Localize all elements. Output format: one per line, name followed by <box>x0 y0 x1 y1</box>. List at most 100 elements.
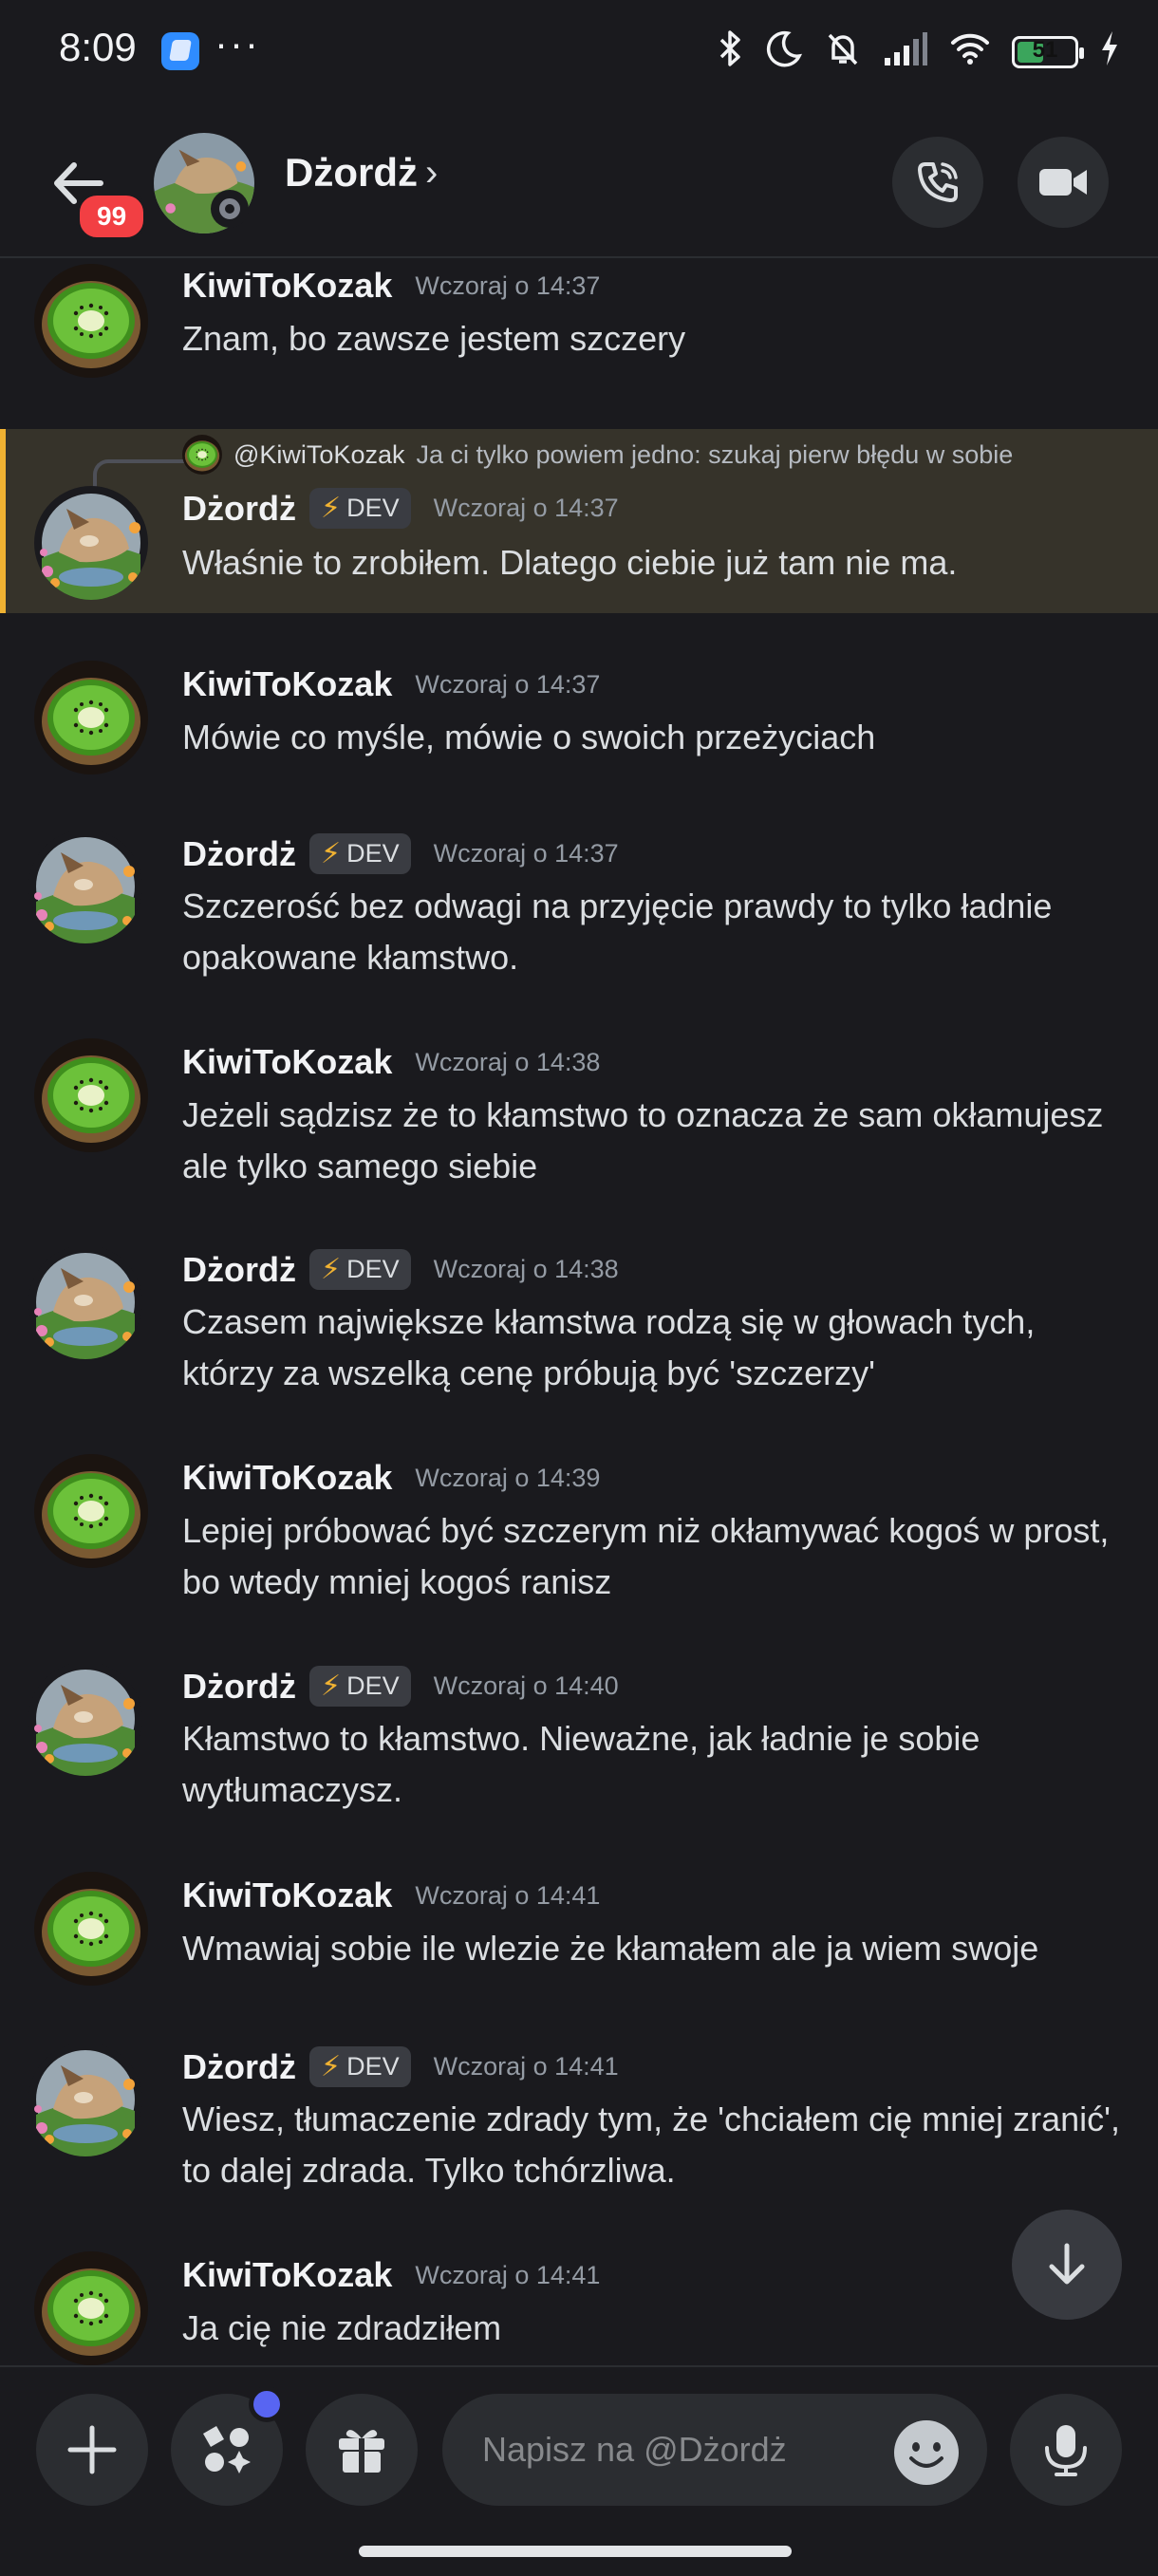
message-timestamp: Wczoraj o 14:37 <box>415 271 601 300</box>
message-timestamp: Wczoraj o 14:38 <box>433 1255 619 1283</box>
battery-icon: 51 <box>1012 36 1084 68</box>
signal-icon <box>883 29 928 76</box>
emoji-icon <box>896 2422 957 2483</box>
moon-icon <box>765 29 803 76</box>
conversation-name[interactable]: Dżordż <box>285 150 418 196</box>
home-indicator[interactable] <box>359 2546 792 2557</box>
wifi-icon <box>949 29 991 76</box>
message[interactable]: Dżordż ⚡ DEV Wczoraj o 14:41 Wiesz, tłuma… <box>0 2043 1158 2232</box>
avatar[interactable] <box>28 2043 142 2156</box>
battery-level: 51 <box>1032 37 1058 63</box>
avatar[interactable] <box>34 1038 148 1152</box>
phone-icon <box>918 162 958 202</box>
bell-muted-icon <box>824 29 862 76</box>
avatar[interactable] <box>34 661 148 775</box>
avatar[interactable] <box>28 830 142 943</box>
message-author[interactable]: KiwiToKozak <box>182 1042 392 1082</box>
message-author[interactable]: Dżordż <box>182 834 296 874</box>
status-indicator <box>211 190 249 228</box>
avatar[interactable] <box>34 2251 148 2365</box>
charging-icon <box>1099 29 1120 76</box>
avatar[interactable] <box>34 1872 148 1986</box>
message-author[interactable]: KiwiToKozak <box>182 266 392 306</box>
clock: 8:09 <box>59 25 137 69</box>
message-timestamp: Wczoraj o 14:40 <box>433 1671 619 1700</box>
message-author[interactable]: Dżordż <box>182 2047 296 2087</box>
attach-button[interactable] <box>36 2394 148 2506</box>
message-content: Znam, bo zawsze jestem szczery <box>182 319 686 358</box>
dev-tag: ⚡ DEV <box>309 833 411 874</box>
dev-tag: ⚡ DEV <box>309 1249 411 1290</box>
message-author[interactable]: KiwiToKozak <box>182 664 392 704</box>
message[interactable]: KiwiToKozak Wczoraj o 14:37 Mówie co myś… <box>0 661 1158 803</box>
message-content: Właśnie to zrobiłem. Dlatego ciebie już … <box>182 543 958 582</box>
message-timestamp: Wczoraj o 14:37 <box>433 494 619 522</box>
message-author[interactable]: KiwiToKozak <box>182 2255 392 2295</box>
message-timestamp: Wczoraj o 14:37 <box>415 669 601 699</box>
message-author[interactable]: Dżordż <box>182 489 296 529</box>
more-notifications: ··· <box>215 21 260 65</box>
message-content: Kłamstwo to kłamstwo. Nieważne, jak ładn… <box>182 1719 981 1809</box>
message[interactable]: KiwiToKozak Wczoraj o 14:41 Wmawiaj sobi… <box>0 1872 1158 2014</box>
message-content: Ja cię nie zdradziłem <box>182 2308 502 2347</box>
avatar[interactable] <box>28 1245 142 1359</box>
dev-tag: ⚡ DEV <box>309 2046 411 2087</box>
video-camera-icon <box>1039 169 1087 196</box>
lightning-icon: ⚡ <box>321 1671 342 1702</box>
lightning-icon: ⚡ <box>321 1254 342 1285</box>
message-content: Jeżeli sądzisz że to kłamstwo to oznacza… <box>182 1095 1104 1185</box>
avatar[interactable] <box>28 1662 142 1776</box>
gift-icon <box>339 2430 384 2473</box>
unread-badge: 99 <box>76 192 148 241</box>
avatar[interactable] <box>34 264 148 378</box>
message-timestamp: Wczoraj o 14:38 <box>415 1047 601 1076</box>
message-author[interactable]: KiwiToKozak <box>182 1458 392 1498</box>
reply-preview[interactable]: @KiwiToKozak Ja ci tylko powiem jedno: s… <box>182 435 1013 475</box>
reply-text: Ja ci tylko powiem jedno: szukaj pierw b… <box>416 439 1014 469</box>
lightning-icon: ⚡ <box>321 838 342 869</box>
message[interactable]: Dżordż ⚡ DEV Wczoraj o 14:38 Czasem najwi… <box>0 1245 1158 1435</box>
message[interactable]: KiwiToKozak Wczoraj o 14:39 Lepiej próbo… <box>0 1454 1158 1644</box>
dev-tag: ⚡ DEV <box>309 488 411 529</box>
voice-call-button[interactable] <box>892 137 983 228</box>
message-highlighted[interactable]: @KiwiToKozak Ja ci tylko powiem jedno: s… <box>0 429 1158 613</box>
message-timestamp: Wczoraj o 14:37 <box>433 839 619 868</box>
conversation-header: 99 Dżordż › <box>0 104 1158 258</box>
lightning-icon: ⚡ <box>321 2051 342 2082</box>
lightning-icon: ⚡ <box>321 493 342 524</box>
message[interactable]: KiwiToKozak Wczoraj o 14:37 Znam, bo zaw… <box>0 258 1158 420</box>
chevron-right-icon[interactable]: › <box>425 152 438 195</box>
message-content: Szczerość bez odwagi na przyjęcie prawdy… <box>182 887 1053 977</box>
bluetooth-icon <box>716 29 744 76</box>
avatar[interactable] <box>34 1454 148 1568</box>
avatar[interactable] <box>34 486 148 600</box>
video-call-button[interactable] <box>1018 137 1109 228</box>
voice-message-button[interactable] <box>1010 2394 1122 2506</box>
status-icons: 51 <box>716 28 1120 76</box>
jump-to-bottom-button[interactable] <box>1012 2210 1122 2320</box>
gift-button[interactable] <box>306 2394 418 2506</box>
message-timestamp: Wczoraj o 14:39 <box>415 1463 601 1492</box>
message-content: Czasem największe kłamstwa rodzą się w g… <box>182 1302 1036 1392</box>
message-author[interactable]: Dżordż <box>182 1667 296 1707</box>
message-timestamp: Wczoraj o 14:41 <box>415 2260 601 2289</box>
dev-tag: ⚡ DEV <box>309 1666 411 1707</box>
message[interactable]: Dżordż ⚡ DEV Wczoraj o 14:37 Szczerość be… <box>0 830 1158 1019</box>
message-author[interactable]: KiwiToKozak <box>182 1876 392 1915</box>
microphone-icon <box>1045 2425 1087 2476</box>
message-list[interactable]: KiwiToKozak Wczoraj o 14:37 Znam, bo zaw… <box>0 258 1158 2365</box>
message-author[interactable]: Dżordż <box>182 1250 296 1290</box>
message-content: Mówie co myśle, mówie o swoich przeżycia… <box>182 718 876 756</box>
message-timestamp: Wczoraj o 14:41 <box>415 1880 601 1910</box>
message[interactable]: Dżordż ⚡ DEV Wczoraj o 14:40 Kłamstwo to … <box>0 1662 1158 1852</box>
arrow-down-icon <box>1049 2243 1085 2285</box>
status-bar: 8:09 ··· 51 <box>0 0 1158 104</box>
message-content: Wiesz, tłumaczenie zdrady tym, że 'chcia… <box>182 2100 1121 2190</box>
emoji-button[interactable] <box>894 2420 959 2485</box>
apps-icon <box>203 2426 251 2473</box>
message[interactable]: KiwiToKozak Wczoraj o 14:38 Jeżeli sądzi… <box>0 1038 1158 1228</box>
message[interactable]: KiwiToKozak Wczoraj o 14:41 Ja cię nie z… <box>0 2251 1158 2365</box>
plus-icon <box>67 2425 117 2474</box>
avatar <box>182 435 222 475</box>
app-notification-icon <box>161 32 199 70</box>
